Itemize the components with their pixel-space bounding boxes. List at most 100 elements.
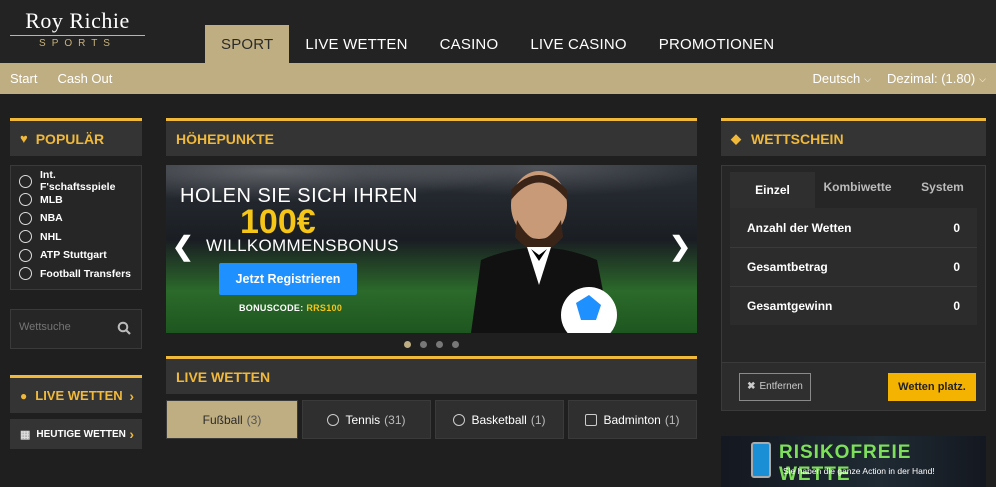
- nav-sport[interactable]: SPORT: [205, 25, 290, 63]
- row-label: Gesamtgewinn: [747, 299, 833, 313]
- betslip-row: Anzahl der Wetten 0: [730, 208, 977, 247]
- popular-item-label: Football Transfers: [40, 267, 132, 280]
- carousel-dot[interactable]: [452, 340, 459, 348]
- sport-count: (1): [530, 412, 546, 427]
- popular-item-label: Int. F'schaftsspiele: [40, 169, 116, 194]
- tab-fussball[interactable]: Fußball (3): [166, 400, 298, 439]
- nav-live-casino[interactable]: LIVE CASINO: [514, 25, 642, 63]
- bonus-code: BONUSCODE: RRS100: [239, 303, 342, 313]
- chevron-down-icon: ⌵: [979, 74, 986, 84]
- sport-tabs: Fußball (3) Tennis (31) Basketball (1) Badm…: [166, 400, 697, 439]
- promo-carousel[interactable]: HOLEN SIE SICH IHREN 100€ WILLKOMMENSBON…: [166, 165, 697, 333]
- popular-item[interactable]: ATP Stuttgart: [19, 246, 133, 265]
- carousel-dot[interactable]: [436, 340, 443, 348]
- shuttlecock-icon: [585, 413, 598, 426]
- betslip-title: WETTSCHEIN: [751, 130, 844, 147]
- search-input[interactable]: [19, 321, 109, 333]
- highlights-header: HÖHEPUNKTE: [166, 118, 697, 156]
- betslip-rows: Anzahl der Wetten 0 Gesamtbetrag 0 Gesamtg…: [730, 208, 977, 325]
- tab-basketball[interactable]: Basketball (1): [434, 400, 564, 439]
- remove-label: Entfernen: [759, 381, 803, 392]
- carousel-prev-icon[interactable]: ❮: [172, 231, 194, 262]
- odds-format-select[interactable]: Dezimal: (1.80) ⌵: [887, 71, 986, 86]
- tab-system[interactable]: System: [900, 166, 985, 208]
- sport-count: (1): [664, 412, 680, 427]
- betslip-actions: ✖ Entfernen Wetten platz.: [722, 362, 985, 410]
- row-label: Gesamtbetrag: [747, 260, 828, 274]
- carousel-dot[interactable]: [404, 340, 411, 348]
- left-sidebar: ♥ POPULÄR Int. F'schaftsspiele MLB NBA N…: [10, 118, 142, 449]
- clock-icon: ●: [20, 388, 28, 403]
- risk-free-promo[interactable]: RISIKOFREIE WETTE Sie haben die ganze Ac…: [721, 436, 986, 487]
- close-icon: ✖: [747, 381, 756, 392]
- popular-item-label: ATP Stuttgart: [40, 249, 107, 262]
- chevron-right-icon: ›: [129, 387, 134, 404]
- calendar-icon: ▦: [20, 428, 31, 441]
- row-value: 0: [953, 220, 960, 235]
- place-bet-button[interactable]: Wetten platz.: [888, 372, 976, 401]
- tab-kombiwette[interactable]: Kombiwette: [815, 166, 900, 208]
- popular-item[interactable]: MLB: [19, 191, 133, 210]
- heart-icon: ♥: [20, 131, 28, 146]
- soccer-ball-icon: [19, 267, 32, 281]
- sport-name: Basketball: [471, 412, 527, 427]
- sub-nav: Start Cash Out Deutsch ⌵ Dezimal: (1.80) ⌵: [0, 63, 996, 94]
- nav-casino[interactable]: CASINO: [424, 25, 515, 63]
- language-select[interactable]: Deutsch ⌵: [813, 71, 872, 86]
- phone-icon: [751, 442, 771, 478]
- bonus-code-value: RRS100: [306, 303, 343, 313]
- popular-header: ♥ POPULÄR: [10, 118, 142, 156]
- row-value: 0: [953, 260, 960, 274]
- brand-name: Roy Richie: [25, 8, 130, 33]
- banner-subtitle: WILLKOMMENSBONUS: [206, 236, 399, 255]
- bonus-code-label: BONUSCODE:: [239, 303, 304, 313]
- sport-name: Badminton: [603, 412, 661, 427]
- betslip-tabs: Einzel Kombiwette System: [722, 166, 985, 208]
- popular-item[interactable]: Football Transfers: [19, 265, 133, 284]
- register-button[interactable]: Jetzt Registrieren: [219, 263, 357, 295]
- baseball-icon: [19, 193, 32, 207]
- odds-format-label: Dezimal: (1.80): [887, 71, 976, 86]
- remove-button[interactable]: ✖ Entfernen: [739, 372, 811, 401]
- tennis-ball-icon: [327, 413, 340, 426]
- top-header: Roy Richie SPORTS SPORT LIVE WETTEN CASI…: [0, 0, 996, 63]
- live-bets-button[interactable]: ● LIVE WETTEN ›: [10, 375, 142, 413]
- logo[interactable]: Roy Richie SPORTS: [10, 8, 145, 49]
- basketball-icon: [19, 211, 32, 225]
- carousel-dots: [166, 333, 697, 355]
- sport-count: (31): [384, 412, 406, 427]
- tab-tennis[interactable]: Tennis (31): [301, 400, 431, 439]
- popular-item[interactable]: Int. F'schaftsspiele: [19, 169, 133, 194]
- popular-item-label: NBA: [40, 212, 63, 225]
- row-label: Anzahl der Wetten: [747, 220, 852, 235]
- sport-count: (3): [246, 412, 262, 427]
- tab-badminton[interactable]: Badminton (1): [567, 400, 697, 439]
- popular-item-label: MLB: [40, 193, 63, 206]
- carousel-dot[interactable]: [420, 340, 427, 348]
- betslip-row: Gesamtbetrag 0: [730, 247, 977, 286]
- betslip-row: Gesamtgewinn 0: [730, 286, 977, 325]
- right-sidebar: ◆ WETTSCHEIN Einzel Kombiwette System An…: [721, 118, 986, 487]
- nav-live-wetten[interactable]: LIVE WETTEN: [289, 25, 423, 63]
- soccer-ball-icon: [19, 174, 32, 188]
- subnav-start[interactable]: Start: [10, 71, 37, 86]
- basketball-icon: [453, 413, 466, 426]
- chevron-right-icon: ›: [129, 426, 134, 442]
- brand-sub: SPORTS: [10, 35, 145, 49]
- popular-item[interactable]: NBA: [19, 209, 133, 228]
- live-header: LIVE WETTEN: [166, 356, 697, 394]
- carousel-next-icon[interactable]: ❯: [669, 231, 691, 262]
- tab-einzel[interactable]: Einzel: [730, 172, 815, 208]
- search-box: [10, 309, 142, 349]
- subnav-cash-out[interactable]: Cash Out: [57, 71, 112, 86]
- live-bets-label: LIVE WETTEN: [35, 388, 123, 403]
- popular-item-label: NHL: [40, 230, 62, 243]
- today-bets-button[interactable]: ▦ HEUTIGE WETTEN ›: [10, 419, 142, 449]
- tennis-ball-icon: [19, 248, 32, 262]
- ticket-icon: ◆: [731, 130, 741, 146]
- row-value: 0: [953, 299, 960, 313]
- popular-item[interactable]: NHL: [19, 228, 133, 247]
- nav-promotionen[interactable]: PROMOTIONEN: [643, 25, 791, 63]
- search-icon[interactable]: [117, 321, 131, 335]
- popular-list: Int. F'schaftsspiele MLB NBA NHL ATP Stu…: [10, 165, 142, 290]
